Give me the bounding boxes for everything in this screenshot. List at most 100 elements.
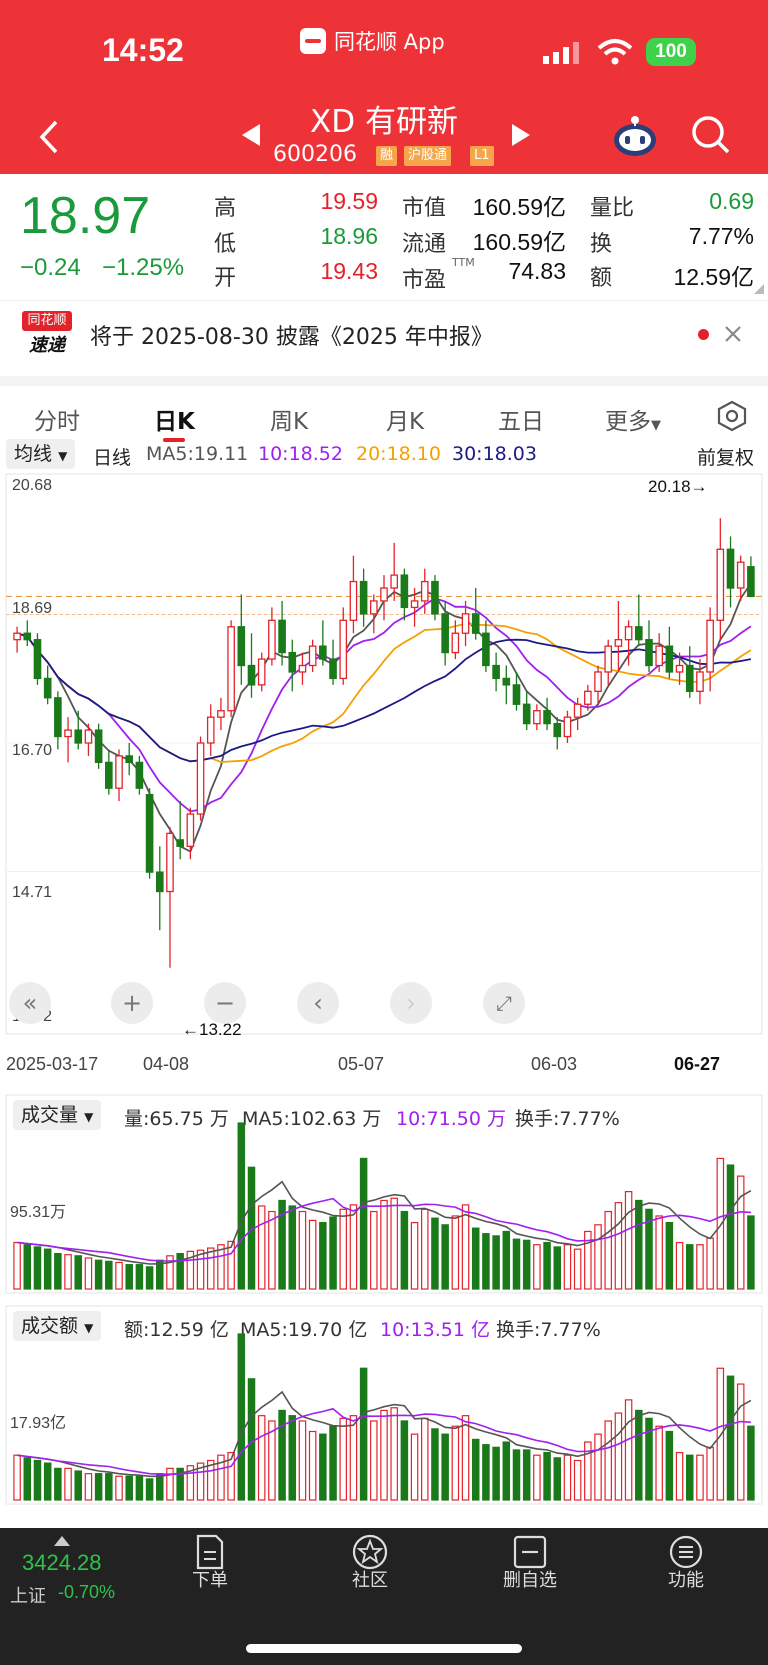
candle-up — [573, 703, 582, 718]
amount-bar — [441, 1433, 449, 1501]
candle-down — [155, 871, 164, 893]
volume-bar — [370, 1210, 378, 1290]
kline-chart[interactable] — [0, 470, 768, 1040]
volume-bar — [492, 1235, 500, 1290]
notice-bar[interactable]: 同花顺 速递 将于 2025-08-30 披露《2025 年中报》 — [0, 300, 768, 367]
tab-weekly-k[interactable]: 周K — [270, 402, 308, 436]
candle-up — [196, 742, 205, 815]
amount-bar — [115, 1475, 123, 1501]
stock-code: 600206 — [273, 142, 357, 167]
candle-down — [747, 566, 755, 598]
index-name: 上证 — [10, 1586, 46, 1607]
amount-bar — [359, 1367, 368, 1501]
candle-down — [431, 580, 439, 615]
close-icon[interactable] — [724, 325, 742, 343]
order-button[interactable]: 下单 — [170, 1528, 250, 1648]
volume-bar — [135, 1264, 144, 1290]
candle-up — [696, 671, 704, 692]
candle-down — [685, 664, 694, 692]
amount-bar — [726, 1375, 735, 1501]
scroll-left-button[interactable]: ‹ — [297, 982, 339, 1024]
pe-value: 74.83 — [508, 258, 566, 284]
notice-logo: 同花顺 速递 — [22, 311, 72, 357]
float-value: 160.59亿 — [472, 229, 566, 255]
candle-down — [553, 722, 562, 738]
zoom-in-button[interactable]: + — [111, 982, 153, 1024]
y-tick-2: 18.69 — [12, 600, 53, 617]
amount-y-tick: 17.93亿 — [10, 1415, 67, 1432]
candle-up — [706, 619, 714, 673]
tab-more[interactable]: 更多▼ — [605, 402, 661, 436]
functions-label: 功能 — [668, 1570, 704, 1591]
zoom-out-button[interactable]: − — [204, 982, 246, 1024]
scroll-right-button[interactable]: › — [390, 982, 432, 1024]
settings-hexagon-icon[interactable] — [716, 400, 748, 432]
notice-unread-dot — [698, 329, 709, 340]
tab-five-day[interactable]: 五日 — [498, 402, 544, 436]
caret-down-icon: ▼ — [58, 449, 68, 463]
amount-bar — [156, 1473, 164, 1501]
candle-down — [105, 761, 113, 789]
community-button[interactable]: 社区 — [330, 1528, 410, 1648]
wifi-icon — [597, 39, 633, 65]
remove-watchlist-label: 删自选 — [503, 1570, 557, 1591]
candle-down — [359, 580, 368, 615]
volume-chart[interactable] — [0, 1093, 768, 1295]
amount-bar — [23, 1457, 32, 1501]
fullscreen-button[interactable]: ⤢ — [483, 982, 525, 1024]
amount-bar — [166, 1467, 174, 1501]
prev-stock-icon[interactable] — [240, 122, 262, 148]
candle-up — [736, 561, 745, 589]
indicator-selector[interactable]: 均线 ▼ — [6, 439, 76, 469]
amount-bar — [553, 1457, 562, 1501]
expand-corner-icon[interactable] — [754, 284, 764, 294]
open-label: 开 — [214, 266, 237, 291]
robot-assistant-icon[interactable] — [612, 112, 658, 158]
candle-down — [492, 664, 500, 680]
amount-bar — [573, 1459, 582, 1501]
ma5-line — [16, 582, 752, 853]
amount-bar — [543, 1451, 551, 1501]
candle-down — [482, 632, 490, 667]
volume-bar — [390, 1197, 398, 1290]
tab-intraday[interactable]: 分时 — [34, 402, 80, 436]
tab-daily-k[interactable]: 日K — [154, 402, 195, 436]
tab-monthly-k[interactable]: 月K — [386, 402, 424, 436]
tab-more-label: 更多 — [605, 409, 651, 435]
next-stock-icon[interactable] — [510, 122, 532, 148]
remove-watchlist-button[interactable]: 删自选 — [490, 1528, 570, 1648]
y-tick-4: 14.71 — [12, 884, 53, 901]
amount-bar — [522, 1449, 531, 1501]
volume-bar — [421, 1208, 429, 1290]
index-value[interactable]: 3424.28 — [22, 1550, 102, 1576]
volume-bar — [747, 1215, 755, 1290]
volume-bar — [359, 1157, 368, 1290]
candle-up — [624, 626, 633, 641]
search-icon[interactable] — [690, 114, 732, 156]
volume-bar — [543, 1241, 551, 1290]
amount-bar — [594, 1433, 602, 1501]
amount-chart[interactable] — [0, 1304, 768, 1506]
volume-bar — [736, 1175, 745, 1290]
tab-active-underline — [163, 438, 185, 442]
volume-bar — [655, 1215, 663, 1290]
functions-button[interactable]: 功能 — [646, 1528, 726, 1648]
volume-bar — [43, 1248, 52, 1290]
app-name-label: 同花顺 App — [334, 30, 445, 54]
candle-down — [247, 664, 256, 686]
volume-bar — [329, 1216, 337, 1290]
candle-down — [43, 677, 52, 699]
tag-margin: 融 — [376, 146, 398, 166]
x-tick-4: 06-03 — [531, 1054, 578, 1074]
volume-bar — [349, 1204, 358, 1290]
amount-bar — [665, 1430, 674, 1501]
zoom-out-all-button[interactable]: « — [9, 982, 51, 1024]
candle-up — [614, 639, 623, 647]
adjust-mode[interactable]: 前复权 — [697, 443, 754, 470]
amount-bar — [298, 1420, 307, 1501]
volume-bar — [13, 1241, 21, 1290]
turnover-value: 7.77% — [688, 223, 754, 249]
amount-bar — [502, 1441, 511, 1501]
pe-label: 市盈 — [402, 268, 447, 293]
candle-up — [257, 658, 266, 686]
